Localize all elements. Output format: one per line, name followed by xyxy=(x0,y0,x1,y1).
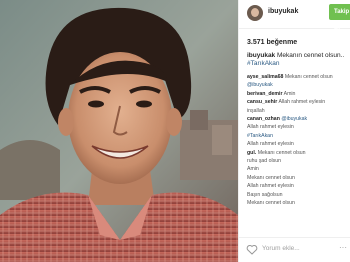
comment-row: gul. Mekanı cennet olsun xyxy=(247,149,350,157)
comment-text: Amin xyxy=(247,166,259,173)
caption-hashtag[interactable]: #TarıkAkan xyxy=(247,60,280,67)
comment-row: Mekanı cennet olsun xyxy=(247,174,350,182)
post-photo[interactable] xyxy=(0,0,238,262)
comment-text: Başın sağolsun xyxy=(247,191,283,198)
comment-row: Başın sağolsun xyxy=(247,191,350,199)
comment-mention[interactable]: @ibuyukak xyxy=(281,116,307,122)
comment-mention[interactable]: #TarıkAkan xyxy=(247,133,273,139)
instagram-post: ibuyukak Takip Et 3.571 beğenme ibuyukak… xyxy=(0,0,350,262)
comment-row: cansu_sehir Allah rahmet eylesin xyxy=(247,98,350,106)
comment-text: Mekanı cennet olsun xyxy=(247,174,295,181)
post-footer: Yorum ekle... ··· xyxy=(239,237,350,262)
comment-row: Mekanı cennet olsun xyxy=(247,199,350,207)
comment-username[interactable]: gul. xyxy=(247,150,256,156)
post-username[interactable]: ibuyukak xyxy=(268,8,298,15)
comment-text: Mekanı cennet olsun xyxy=(284,74,333,80)
likes-count[interactable]: 3.571 beğenme xyxy=(247,39,297,46)
follow-button[interactable]: Takip Et xyxy=(329,4,350,31)
comment-row: Allah rahmet eylesin xyxy=(247,123,350,131)
comment-row: ruhu şad olsun xyxy=(247,157,350,165)
comment-mention[interactable]: @ibuyukak xyxy=(247,82,273,88)
comment-row: #TarıkAkan xyxy=(247,132,350,140)
comment-row: Allah rahmet eylesin xyxy=(247,140,350,148)
post-side-panel: ibuyukak Takip Et 3.571 beğenme ibuyukak… xyxy=(238,0,350,262)
comment-row: canan_ozhan @ibuyukak xyxy=(247,115,350,123)
portrait-image xyxy=(0,0,238,262)
caption-text: Mekanın cennet olsun.. xyxy=(277,52,345,59)
avatar[interactable] xyxy=(247,5,263,21)
comment-text: inşallah xyxy=(247,107,265,114)
caption-username[interactable]: ibuyukak xyxy=(247,52,275,59)
comment-username[interactable]: cansu_sehir xyxy=(247,99,277,105)
caption: ibuyukak Mekanın cennet olsun.. #TarıkAk… xyxy=(247,52,350,68)
comment-text: Mekanı cennet olsun xyxy=(257,149,306,156)
comment-row: Amin xyxy=(247,165,350,173)
comment-username[interactable]: berivan_demir xyxy=(247,91,282,97)
comment-text: Allah rahmet eylesin xyxy=(247,183,294,190)
comment-text: Allah rahmet eylesin xyxy=(278,99,326,106)
comment-text: ruhu şad olsun xyxy=(247,158,282,165)
comment-row: inşallah xyxy=(247,107,350,115)
comment-username[interactable]: ayse_salima68 xyxy=(247,74,283,80)
comments-list: ayse_salima68 Mekanı cennet olsun @ibuyu… xyxy=(247,73,350,208)
heart-outline-icon[interactable] xyxy=(246,244,258,255)
comment-text: Mekanı cennet olsun xyxy=(247,200,295,207)
comment-text: Allah rahmet eylesin xyxy=(247,124,294,131)
comment-row: ayse_salima68 Mekanı cennet olsun xyxy=(247,73,350,81)
add-comment-input[interactable]: Yorum ekle... xyxy=(262,245,300,252)
post-header: ibuyukak Takip Et xyxy=(239,0,350,31)
ellipsis-icon[interactable]: ··· xyxy=(339,243,347,252)
comment-text: Allah rahmet eylesin xyxy=(247,141,294,148)
comment-text: Amin xyxy=(283,90,296,97)
comment-row: @ibuyukak xyxy=(247,81,350,89)
comment-row: Allah rahmet eylesin xyxy=(247,182,350,190)
comment-username[interactable]: canan_ozhan xyxy=(247,116,280,122)
comment-row: berivan_demir Amin xyxy=(247,90,350,98)
